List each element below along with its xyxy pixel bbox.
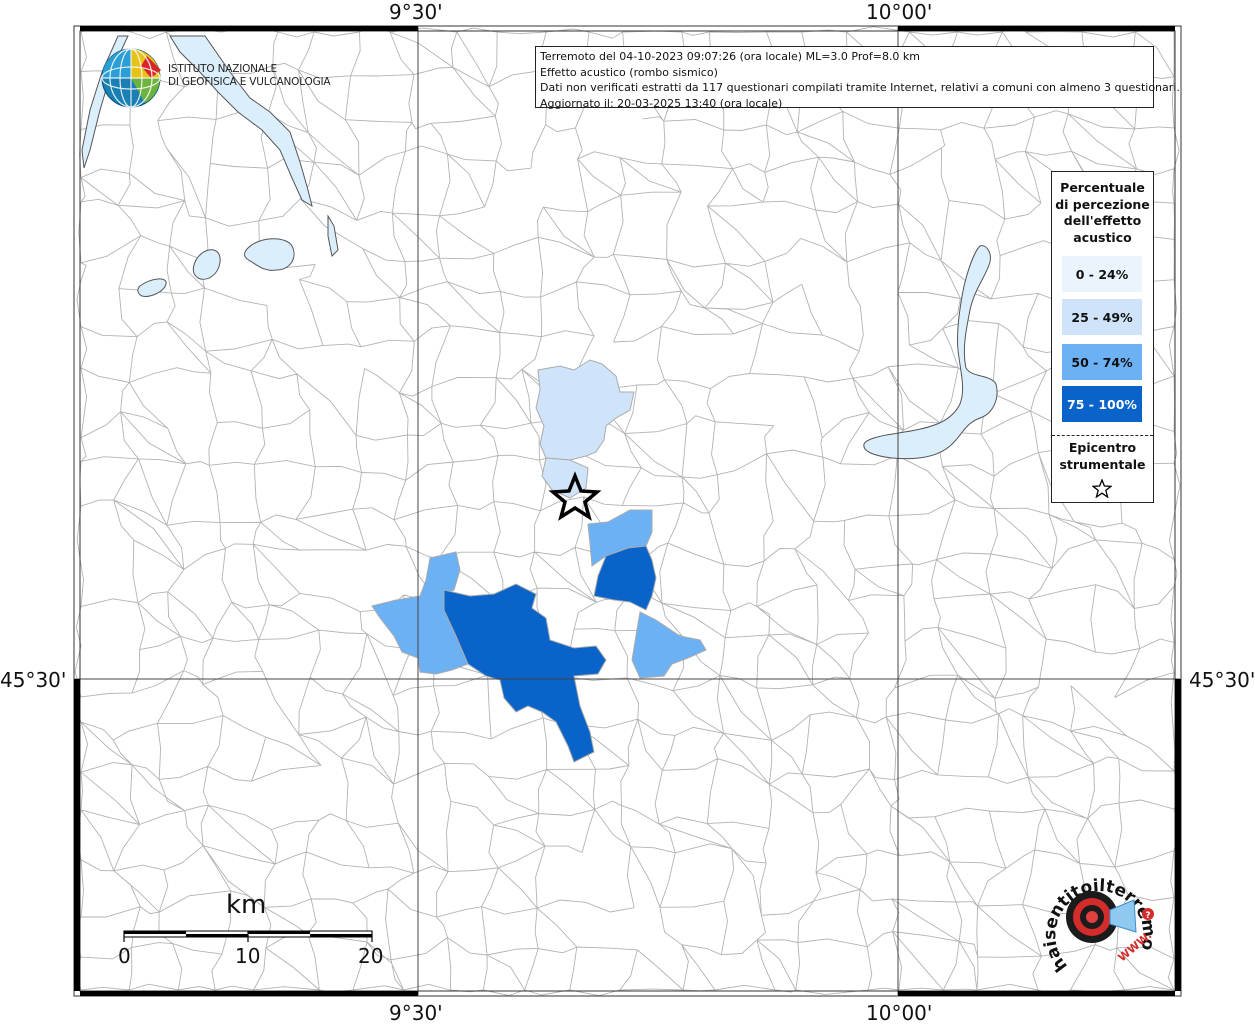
scale-tick-0: 0 (118, 944, 131, 968)
legend-title: Percentuale di percezione dell'effetto a… (1052, 180, 1153, 246)
legend-title-line1: Percentuale (1060, 180, 1145, 195)
ingv-name-line1: ISTITUTO NAZIONALE (168, 63, 277, 75)
scale-unit: km (226, 890, 267, 920)
legend-title-line3: dell'effetto (1063, 213, 1142, 228)
event-info-box: Terremoto del 04-10-2023 09:07:26 (ora l… (535, 46, 1180, 110)
star-icon (1092, 479, 1112, 498)
legend-epicenter-line1: Epicentro (1068, 440, 1137, 455)
legend-separator (1052, 435, 1153, 436)
lon-label-bottom-right: 10°00' (866, 1001, 933, 1025)
lon-label-top-right: 10°00' (866, 0, 933, 24)
scale-tick-10: 10 (235, 944, 261, 968)
legend-item-label: 0 - 24% (1075, 266, 1129, 282)
event-info-line4: Aggiornato il: 20-03-2025 13:40 (ora loc… (540, 96, 783, 110)
legend-epicenter-line2: strumentale (1059, 456, 1146, 472)
lat-label-left: 45°30' (0, 668, 67, 692)
lon-label-bottom-left: 9°30' (389, 1001, 443, 1025)
ingv-name: ISTITUTO NAZIONALE DI GEOFISICA E VULCAN… (168, 63, 331, 89)
legend-item-0-24: 0 - 24% (1062, 256, 1142, 292)
legend-item-label: 50 - 74% (1071, 354, 1133, 370)
legend-item-label: 75 - 100% (1067, 396, 1137, 412)
lon-label-top-left: 9°30' (389, 0, 443, 24)
legend-title-line4: acustico (1073, 229, 1132, 245)
haisentito-logo-graphic: haisentitoilterremoto.it ? WWW. (1024, 847, 1159, 975)
legend-title-line2: di percezione (1055, 196, 1150, 212)
haisentito-logo: haisentitoilterremoto.it ? WWW. (1024, 847, 1170, 987)
lat-label-right: 45°30' (1189, 668, 1255, 692)
question-mark-glyph: ? (1145, 911, 1150, 921)
globe-icon (101, 48, 161, 108)
legend-item-label: 25 - 49% (1071, 309, 1133, 325)
legend-item-75-100: 75 - 100% (1062, 386, 1142, 422)
legend-item-50-74: 50 - 74% (1062, 344, 1142, 380)
event-info-line2: Effetto acustico (rombo sismico) (540, 65, 718, 79)
legend: Percentuale di percezione dell'effetto a… (1051, 171, 1154, 503)
ingv-logo (101, 48, 163, 113)
legend-item-25-49: 25 - 49% (1062, 299, 1142, 335)
legend-epicenter: Epicentro strumentale (1052, 440, 1153, 473)
event-info-line3: Dati non verificati estratti da 117 ques… (540, 81, 1180, 94)
ingv-name-line2: DI GEOFISICA E VULCANOLOGIA (168, 76, 331, 88)
scale-tick-20: 20 (358, 944, 384, 968)
event-info-line1: Terremoto del 04-10-2023 09:07:26 (ora l… (540, 50, 921, 63)
scale-bar: km 0 10 20 (118, 890, 388, 985)
